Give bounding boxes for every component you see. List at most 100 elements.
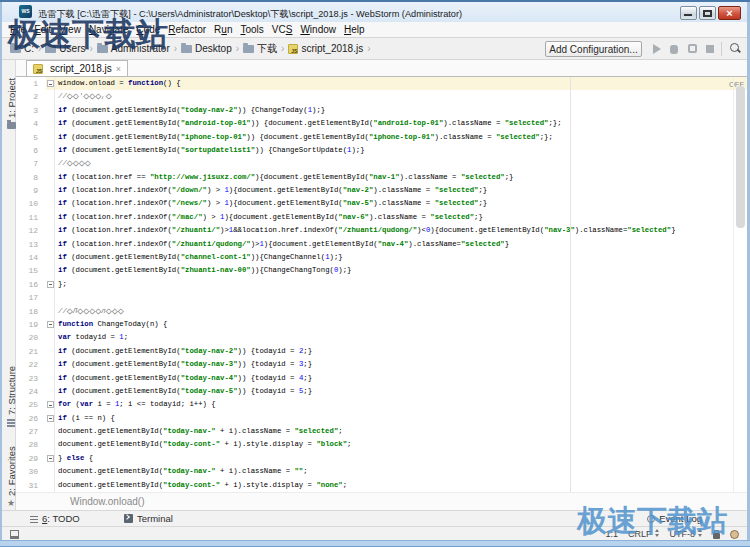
chevron-right-icon: › (174, 43, 177, 54)
fold-marker[interactable] (47, 80, 54, 87)
star-icon: ★ (7, 498, 15, 508)
js-file-icon (288, 44, 298, 54)
watermark-top: 极速下载站 (8, 13, 168, 57)
gutter-border (54, 77, 55, 492)
line-number: 10 (28, 197, 38, 210)
code-line: for (var i = 1; i <= todayid; i++) { (58, 398, 216, 411)
code-line: if (location.href.indexOf("/down/") > 1)… (58, 184, 487, 197)
fold-marker[interactable] (47, 281, 54, 288)
code-line: document.getElementById("today-nav-" + i… (58, 425, 343, 438)
line-number: 28 (28, 438, 38, 451)
context-label[interactable]: Window.onload() (70, 496, 144, 507)
app-window: WS 迅雷下载 [C:\迅雷下载] - C:\Users\Administrat… (0, 0, 750, 547)
toolwindow-button-terminal[interactable]: Terminal (124, 511, 173, 526)
line-number: 3 (33, 104, 38, 117)
right-margin-guide (570, 77, 571, 492)
code-line: var todayid = 1; (58, 331, 128, 344)
code-line: if (document.getElementById("zhuanti-nav… (58, 264, 351, 277)
line-number: 24 (28, 385, 38, 398)
structure-icon (7, 418, 15, 426)
line-number: 1 (33, 77, 38, 90)
stop-icon[interactable] (706, 45, 714, 53)
code-area[interactable]: window.onload = function() {//◇◇'◇◇◇,◇ if… (58, 77, 734, 492)
line-number: 23 (28, 372, 38, 385)
line-number: 29 (28, 452, 38, 465)
line-number: 30 (28, 465, 38, 478)
hector-inspector-icon[interactable] (730, 530, 739, 539)
run-icon[interactable] (652, 44, 662, 54)
close-button[interactable]: × (718, 6, 741, 20)
breadcrumb-script-2018-js[interactable]: script_2018.js (288, 43, 363, 54)
code-line: if (i == n) { (58, 412, 115, 425)
menu-tools[interactable]: Tools (240, 24, 263, 35)
toolbar-separator (721, 42, 722, 56)
add-configuration-button[interactable]: Add Configuration... (545, 41, 642, 57)
fold-marker[interactable] (47, 455, 54, 462)
editor-scrollbar[interactable] (733, 77, 747, 492)
code-line: } else { (58, 452, 93, 465)
line-number: 25 (28, 398, 38, 411)
terminal-icon (124, 514, 133, 523)
fold-marker[interactable] (47, 415, 54, 422)
code-line: if (location.href.indexOf("/zhuanti/qudo… (58, 238, 509, 251)
line-number: 16 (28, 278, 38, 291)
coverage-icon[interactable] (688, 44, 697, 53)
line-number: 13 (28, 238, 38, 251)
minimize-button[interactable] (680, 6, 697, 20)
line-number: 21 (28, 345, 38, 358)
code-line: if (location.href.indexOf("/zhuanti/")>1… (58, 224, 676, 237)
code-line: if (document.getElementById("today-nav-3… (58, 358, 312, 371)
line-number: 9 (33, 184, 38, 197)
line-number: 22 (28, 358, 38, 371)
code-line: if (document.getElementById("sortupdatel… (58, 144, 365, 157)
project-icon (7, 122, 16, 129)
line-number: 11 (28, 211, 38, 224)
editor-gutter: 1234567891011121314151617181920212223242… (16, 77, 40, 492)
line-number: 12 (28, 224, 38, 237)
folder-icon (181, 45, 192, 53)
code-line: if (document.getElementById("today-nav-5… (58, 385, 312, 398)
left-tool-window-bar: 1: Project7: Structure★2: Favorites (2, 60, 16, 526)
debug-icon[interactable] (670, 45, 678, 54)
toolwindow-button-6-todo[interactable]: 6: TODO (30, 511, 80, 526)
folder-icon (243, 45, 254, 53)
line-number: 20 (28, 331, 38, 344)
menu-vcs[interactable]: VCS (272, 24, 293, 35)
tab-script-2018[interactable]: script_2018.js × (26, 60, 128, 77)
code-line: if (location.href.indexOf("/mac/") > 1){… (58, 211, 483, 224)
window-border-top (0, 0, 750, 2)
maximize-button[interactable] (699, 6, 716, 20)
window-border-left (0, 2, 2, 540)
chevron-right-icon: › (281, 43, 284, 54)
code-line: if (document.getElementById("today-nav-2… (58, 345, 312, 358)
close-icon: × (719, 7, 740, 20)
menu-window[interactable]: Window (300, 24, 336, 35)
code-line: window.onload = function() { (58, 77, 181, 90)
tab-label: script_2018.js (50, 63, 112, 74)
line-number: 15 (28, 264, 38, 277)
editor-tab-bar: script_2018.js × (16, 60, 747, 77)
fold-marker[interactable] (47, 401, 54, 408)
breadcrumb--[interactable]: 下载 (243, 42, 277, 56)
chevron-right-icon: › (236, 43, 239, 54)
menu-help[interactable]: Help (344, 24, 365, 35)
search-icon[interactable] (730, 43, 742, 55)
line-number: 7 (33, 157, 38, 170)
line-number: 6 (33, 144, 38, 157)
minimize-icon (684, 14, 692, 16)
todo-icon (30, 515, 38, 523)
code-line: }; (58, 278, 67, 291)
code-line: document.getElementById("today-cont-" + … (58, 479, 347, 492)
toolwindow-toggle-icon[interactable] (10, 530, 19, 539)
breadcrumb-desktop[interactable]: Desktop (181, 43, 232, 54)
tab-close-icon[interactable]: × (116, 64, 121, 74)
menu-refactor[interactable]: Refactor (168, 24, 206, 35)
scrollbar-thumb[interactable] (736, 86, 745, 228)
code-line: //◇◇'◇◇◇,◇ (58, 90, 112, 103)
menu-run[interactable]: Run (214, 24, 232, 35)
js-file-icon (33, 64, 43, 74)
editor[interactable]: 1234567891011121314151617181920212223242… (16, 77, 747, 492)
maximize-icon (703, 10, 712, 17)
fold-marker[interactable] (47, 321, 54, 328)
line-number: 31 (28, 479, 38, 492)
